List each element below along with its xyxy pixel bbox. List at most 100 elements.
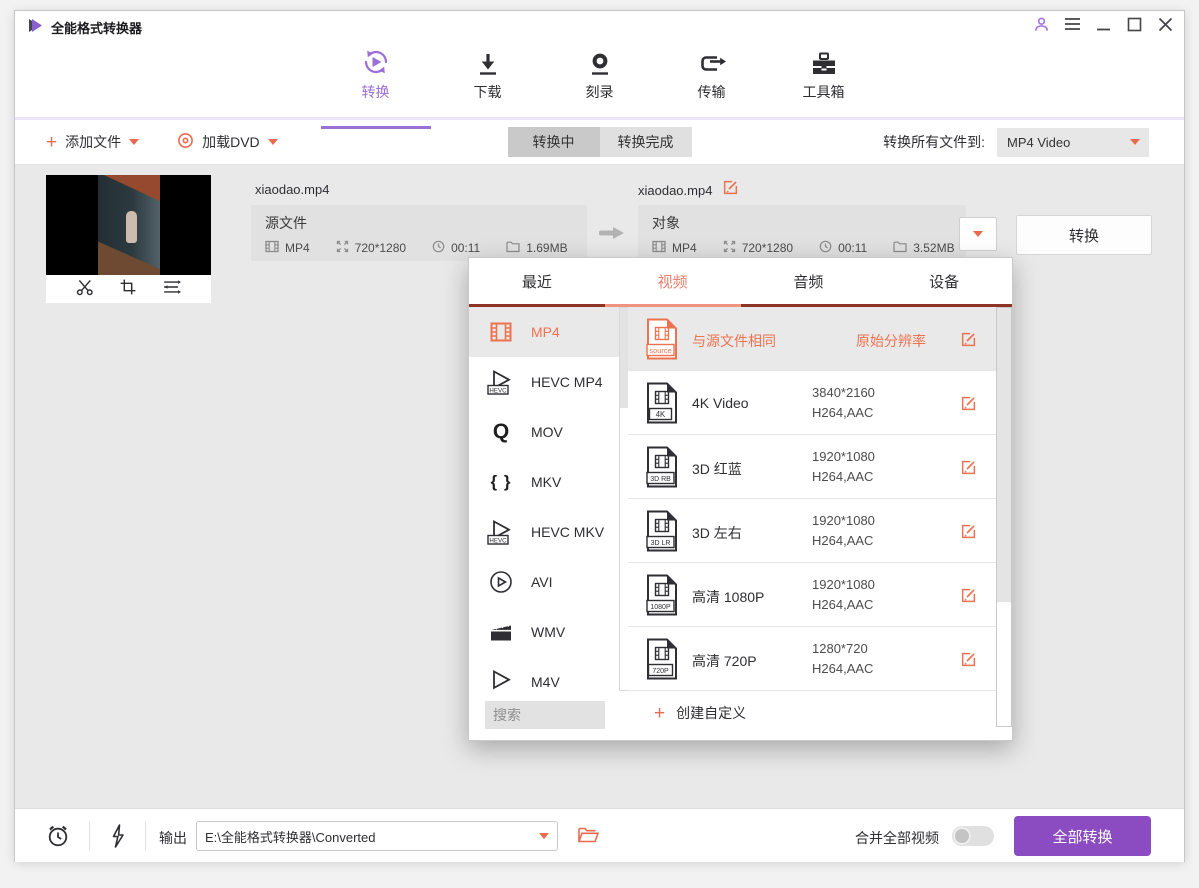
source-box-title: 源文件 <box>265 213 573 233</box>
format-label: M4V <box>531 674 560 690</box>
output-path-select[interactable] <box>196 821 558 851</box>
transfer-icon <box>697 47 727 77</box>
popup-tab-recent[interactable]: 最近 <box>469 258 605 304</box>
source-resolution: 720*1280 <box>355 241 406 255</box>
nav-label-burn: 刻录 <box>586 82 614 102</box>
hevc-play-icon: HEVC <box>486 520 516 545</box>
format-label: AVI <box>531 574 553 590</box>
format-item-avi[interactable]: AVI <box>469 557 619 607</box>
maximize-button[interactable] <box>1125 15 1143 33</box>
close-button[interactable] <box>1156 15 1174 33</box>
clock-icon <box>432 240 445 256</box>
schedule-clock-icon[interactable] <box>45 823 71 854</box>
3d-rb-file-icon: 3D RB <box>644 446 680 493</box>
mkv-braces-icon: { } <box>486 472 516 492</box>
preset-item-1080p[interactable]: 1080P 高清 1080P 1920*1080H264,AAC <box>628 563 997 627</box>
source-filename: xiaodao.mp4 <box>255 182 329 197</box>
preset-specs: 1920*1080H264,AAC <box>812 575 875 615</box>
format-item-mkv[interactable]: { } MKV <box>469 457 619 507</box>
convert-all-button[interactable]: 全部转换 <box>1014 816 1151 856</box>
app-window: 全能格式转换器 <box>14 10 1185 862</box>
preset-item-720p[interactable]: 720P 高清 720P 1280*720H264,AAC <box>628 627 997 691</box>
video-thumbnail[interactable] <box>46 175 211 303</box>
svg-text:4K: 4K <box>656 410 666 419</box>
preset-name: 与源文件相同 <box>692 331 776 351</box>
popup-tab-video[interactable]: 视频 <box>605 258 741 304</box>
preset-list-scrollbar[interactable] <box>996 307 1012 727</box>
minimize-button[interactable] <box>1094 15 1112 33</box>
nav-tab-convert[interactable]: 转换 <box>328 47 424 117</box>
open-folder-icon[interactable] <box>577 826 599 849</box>
format-label: HEVC MKV <box>531 524 604 540</box>
format-item-hevc-mp4[interactable]: HEVC HEVC MP4 <box>469 357 619 407</box>
format-label: HEVC MP4 <box>531 374 603 390</box>
edit-preset-icon[interactable] <box>960 459 977 481</box>
high-speed-bolt-icon[interactable] <box>107 823 129 854</box>
search-input[interactable] <box>485 701 605 729</box>
convert-all-to-label: 转换所有文件到: <box>883 132 985 152</box>
preset-detail: 原始分辨率 <box>856 331 926 351</box>
720p-file-icon: 720P <box>644 638 680 685</box>
format-item-m4v[interactable]: M4V <box>469 657 619 691</box>
mp4-film-icon <box>486 320 516 344</box>
folder-icon <box>893 241 907 256</box>
film-icon <box>265 240 279 256</box>
target-format-select[interactable]: MP4 Video <box>997 128 1149 157</box>
edit-preset-icon[interactable] <box>960 331 977 353</box>
svg-text:1080P: 1080P <box>650 604 671 611</box>
source-duration: 00:11 <box>451 241 480 255</box>
main-nav: 转换 下载 刻录 传输 工具箱 <box>15 39 1184 120</box>
add-file-label: 添加文件 <box>65 132 121 152</box>
convert-row-button[interactable]: 转换 <box>1016 215 1152 255</box>
popup-tab-device[interactable]: 设备 <box>876 258 1012 304</box>
nav-tab-transfer[interactable]: 传输 <box>664 47 760 117</box>
output-path-input[interactable] <box>196 821 558 851</box>
chevron-down-icon <box>129 139 139 145</box>
target-format: MP4 <box>672 241 697 255</box>
nav-label-toolbox: 工具箱 <box>803 82 845 102</box>
thumbnail-image <box>98 175 160 275</box>
edit-preset-icon[interactable] <box>960 395 977 417</box>
popup-tab-audio[interactable]: 音频 <box>741 258 877 304</box>
format-item-mov[interactable]: Q MOV <box>469 407 619 457</box>
menu-icon[interactable] <box>1063 15 1081 33</box>
create-custom-button[interactable]: + 创建自定义 <box>654 703 746 723</box>
trim-scissors-icon[interactable] <box>75 277 95 302</box>
preset-item-3d-lr[interactable]: 3D LR 3D 左右 1920*1080H264,AAC <box>628 499 997 563</box>
format-preset-popup: 最近 视频 音频 设备 MP4 HEVC <box>468 257 1013 741</box>
tab-converted[interactable]: 转换完成 <box>600 127 692 157</box>
svg-text:720P: 720P <box>652 668 669 675</box>
preset-specs: 1280*720H264,AAC <box>812 639 873 679</box>
download-icon <box>475 47 501 77</box>
convert-status-tabs: 转换中 转换完成 <box>508 127 692 157</box>
tab-converting[interactable]: 转换中 <box>508 127 600 157</box>
nav-tab-download[interactable]: 下载 <box>440 47 536 117</box>
target-info-box: 对象 MP4 720*1280 00:11 3.52MB <box>638 205 966 261</box>
film-icon <box>652 240 666 256</box>
edit-preset-icon[interactable] <box>960 587 977 609</box>
edit-preset-icon[interactable] <box>960 651 977 673</box>
rename-edit-icon[interactable] <box>722 179 739 201</box>
preset-item-4k[interactable]: 4K 4K Video 3840*2160H264,AAC <box>628 371 997 435</box>
user-icon[interactable] <box>1032 15 1050 33</box>
edit-preset-icon[interactable] <box>960 523 977 545</box>
effects-sliders-icon[interactable] <box>161 278 182 301</box>
preset-item-same-as-source[interactable]: source 与源文件相同 原始分辨率 <box>628 307 997 371</box>
chevron-down-icon <box>973 231 983 237</box>
merge-all-toggle[interactable] <box>952 826 994 846</box>
format-item-hevc-mkv[interactable]: HEVC HEVC MKV <box>469 507 619 557</box>
3d-lr-file-icon: 3D LR <box>644 510 680 557</box>
nav-tab-burn[interactable]: 刻录 <box>552 47 648 117</box>
app-logo-icon <box>28 18 43 38</box>
target-preset-dropdown-button[interactable] <box>959 217 997 251</box>
preset-item-3d-rb[interactable]: 3D RB 3D 红蓝 1920*1080H264,AAC <box>628 435 997 499</box>
format-item-mp4[interactable]: MP4 <box>469 307 619 357</box>
add-file-button[interactable]: + 添加文件 <box>46 132 139 152</box>
load-dvd-button[interactable]: 加载DVD <box>177 132 278 152</box>
nav-tab-toolbox[interactable]: 工具箱 <box>776 47 872 117</box>
crop-icon[interactable] <box>119 278 137 301</box>
svg-text:3D RB: 3D RB <box>650 476 671 483</box>
format-item-wmv[interactable]: WMV <box>469 607 619 657</box>
format-label: MKV <box>531 474 561 490</box>
hevc-play-icon: HEVC <box>486 370 516 395</box>
